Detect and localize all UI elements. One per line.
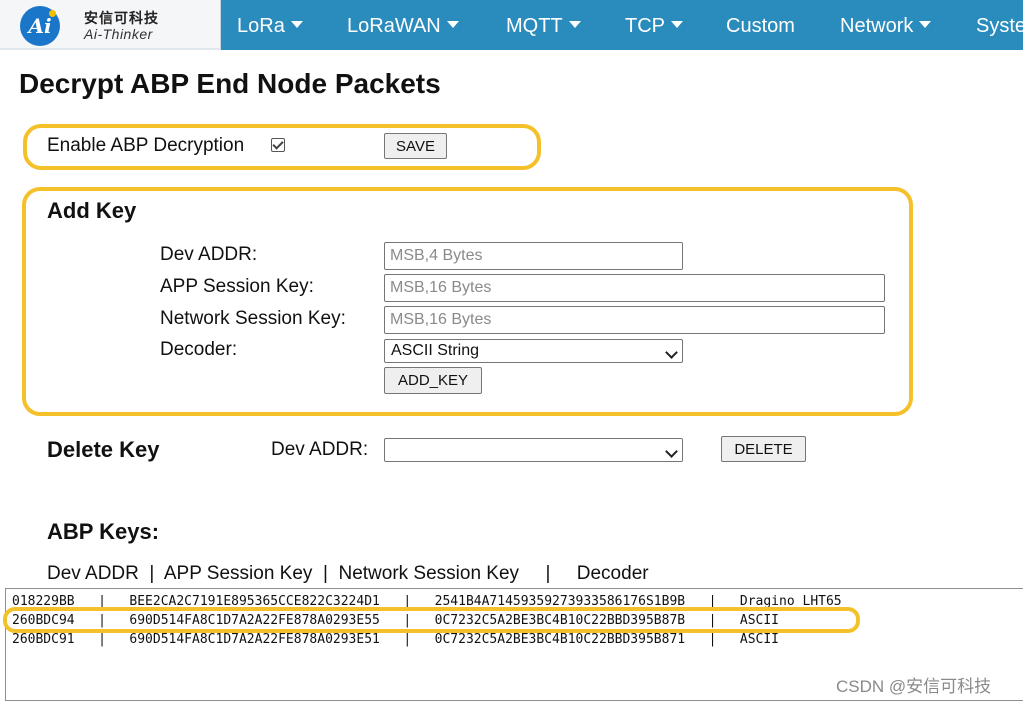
nav-item-custom[interactable]: Custom	[726, 0, 795, 50]
app-session-key-input[interactable]	[384, 274, 885, 302]
nav-item-mqtt[interactable]: MQTT	[506, 0, 581, 50]
page-title: Decrypt ABP End Node Packets	[19, 68, 441, 99]
caret-down-icon	[568, 21, 581, 29]
enable-abp-label: Enable ABP Decryption	[47, 135, 245, 156]
save-button[interactable]: SAVE	[384, 133, 447, 159]
delete-dev-addr-select[interactable]	[384, 438, 683, 462]
chevron-down-icon	[665, 445, 678, 458]
decoder-select[interactable]: ASCII String	[384, 339, 683, 363]
abp-keys-heading: ABP Keys:	[47, 519, 160, 544]
caret-down-icon	[446, 21, 459, 29]
chevron-down-icon	[665, 346, 678, 359]
nav-item-system[interactable]: Syste	[976, 0, 1023, 50]
delete-button[interactable]: DELETE	[721, 436, 806, 462]
caret-down-icon	[671, 21, 683, 29]
logo-dot	[49, 10, 56, 17]
top-navbar: Ai 安信可科技 Ai-Thinker LoRa LoRaWAN MQTT TC…	[0, 0, 1023, 50]
nav-item-lora[interactable]: LoRa	[237, 0, 303, 50]
decoder-label: Decoder:	[160, 339, 238, 360]
brand-logo[interactable]: Ai 安信可科技 Ai-Thinker	[0, 0, 221, 50]
caret-down-icon	[919, 21, 932, 29]
network-session-key-label: Network Session Key:	[160, 308, 346, 329]
nav-item-lorawan[interactable]: LoRaWAN	[347, 0, 459, 50]
brand-name-cn: 安信可科技	[84, 10, 159, 26]
nav-item-label: LoRa	[237, 15, 285, 37]
network-session-key-input[interactable]	[384, 306, 885, 334]
key-row-highlight	[3, 607, 860, 633]
dev-addr-label: Dev ADDR:	[160, 244, 258, 265]
delete-key-heading: Delete Key	[47, 437, 160, 462]
nav-item-label: LoRaWAN	[347, 15, 441, 37]
nav-item-label: Syste	[976, 15, 1023, 37]
add-key-button[interactable]: ADD_KEY	[384, 367, 482, 394]
nav-item-label: Custom	[726, 15, 795, 37]
brand-name-en: Ai-Thinker	[84, 26, 153, 42]
enable-abp-checkbox[interactable]	[271, 138, 285, 152]
nav-item-tcp[interactable]: TCP	[625, 0, 683, 50]
app-session-key-label: APP Session Key:	[160, 276, 314, 297]
nav-item-label: MQTT	[506, 15, 563, 37]
abp-keys-column-header: Dev ADDR | APP Session Key | Network Ses…	[47, 563, 649, 584]
delete-dev-addr-label: Dev ADDR:	[271, 439, 369, 460]
dev-addr-input[interactable]	[384, 242, 683, 270]
add-key-heading: Add Key	[47, 198, 137, 223]
key-row: 260BDC91 | 690D514FA8C1D7A2A22FE878A0293…	[12, 632, 780, 647]
caret-down-icon	[290, 21, 303, 29]
nav-item-network[interactable]: Network	[840, 0, 932, 50]
decoder-selected-value: ASCII String	[391, 342, 480, 359]
nav-item-label: Network	[840, 15, 914, 37]
nav-item-label: TCP	[625, 15, 665, 37]
watermark-text: CSDN @安信可科技	[836, 677, 992, 696]
